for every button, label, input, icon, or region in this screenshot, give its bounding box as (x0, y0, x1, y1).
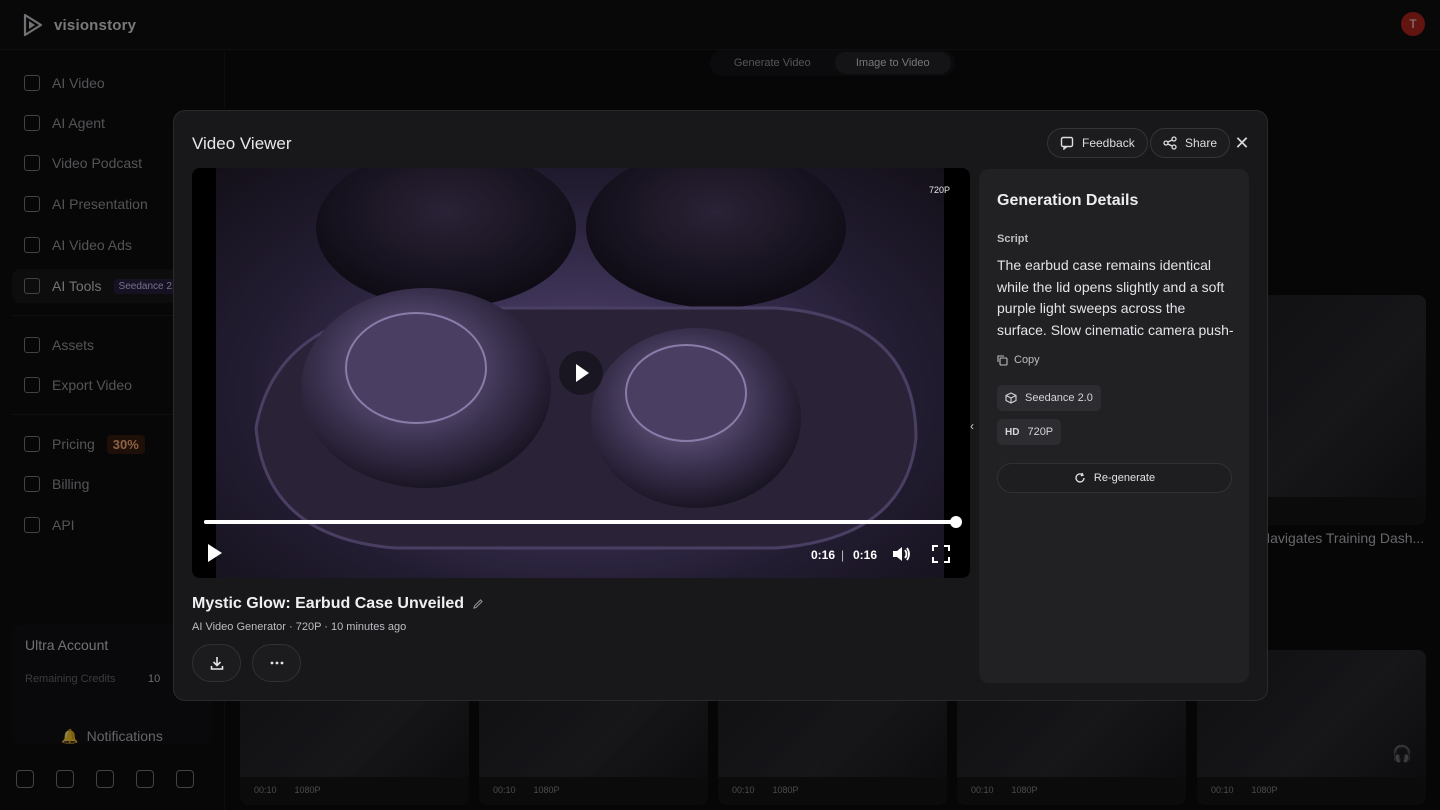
feedback-label: Feedback (1082, 136, 1135, 150)
download-button[interactable] (192, 644, 241, 682)
model-cube-icon (1005, 392, 1017, 404)
current-time: 0:16 (811, 548, 836, 562)
copy-button[interactable]: Copy (997, 354, 1040, 366)
total-time: 0:16 (853, 548, 878, 562)
progress-fill (204, 520, 956, 524)
play-control-icon[interactable] (208, 544, 222, 562)
model-chip: Seedance 2.0 (997, 385, 1101, 411)
hd-badge: HD (1005, 426, 1020, 438)
share-icon (1163, 136, 1177, 150)
time-separator: | (841, 548, 845, 562)
progress-bar[interactable] (204, 516, 962, 528)
share-label: Share (1185, 136, 1218, 150)
video-viewer-modal: Video Viewer Feedback Share ✕ 720P 0:16 … (173, 110, 1268, 701)
model-name: Seedance 2.0 (1025, 392, 1093, 404)
details-heading: Generation Details (997, 192, 1139, 209)
close-icon[interactable]: ✕ (1232, 133, 1252, 153)
refresh-icon (1075, 472, 1085, 483)
feedback-button[interactable]: Feedback (1047, 128, 1148, 158)
video-player[interactable]: 720P 0:16 | 0:16 (192, 168, 970, 578)
modal-title: Video Viewer (192, 134, 292, 153)
video-title: Mystic Glow: Earbud Case Unveiled (192, 595, 484, 613)
quality-chip: HD 720P (997, 419, 1062, 445)
video-meta: AI Video Generator · 720P · 10 minutes a… (192, 621, 407, 633)
video-title-text: Mystic Glow: Earbud Case Unveiled (192, 595, 465, 612)
play-icon[interactable] (559, 351, 603, 395)
script-label: Script (997, 233, 1029, 245)
quality-value: 720P (1027, 426, 1054, 438)
regenerate-label: Re-generate (1093, 472, 1156, 484)
more-horizontal-icon (270, 661, 283, 665)
copy-label: Copy (1014, 354, 1040, 366)
progress-handle[interactable] (950, 516, 962, 528)
edit-pencil-icon[interactable] (472, 598, 484, 610)
volume-icon[interactable] (891, 544, 911, 564)
copy-icon (997, 354, 1008, 366)
resolution-tag: 720P (928, 185, 950, 195)
download-icon (210, 657, 223, 670)
more-options-button[interactable] (252, 644, 301, 682)
script-text: The earbud case remains identical while … (997, 257, 1234, 338)
generation-details-panel: Generation Details Script The earbud cas… (979, 169, 1249, 683)
share-button[interactable]: Share (1150, 128, 1231, 158)
regenerate-button[interactable]: Re-generate (997, 463, 1232, 493)
fullscreen-icon[interactable] (931, 544, 951, 564)
feedback-icon (1060, 136, 1074, 150)
